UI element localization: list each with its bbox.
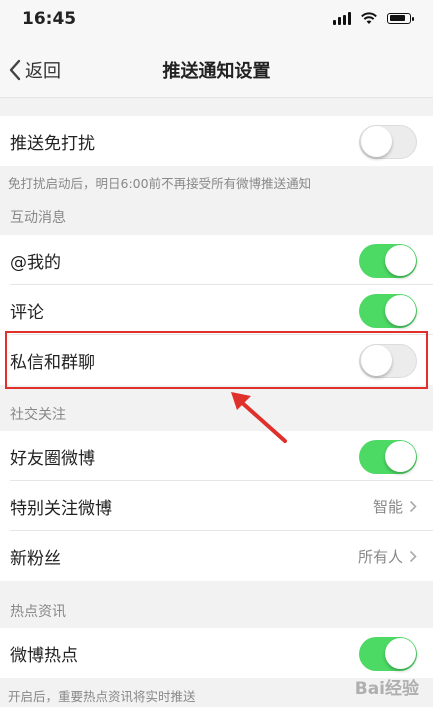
hot-note: 开启后，重要热点资讯将实时推送 bbox=[8, 689, 196, 704]
chevron-right-icon bbox=[409, 500, 417, 513]
section-title-hot: 热点资讯 bbox=[10, 604, 66, 620]
friends-circle-toggle[interactable] bbox=[359, 440, 417, 474]
dnd-row: 推送免打扰 bbox=[0, 116, 433, 166]
toggle-knob bbox=[385, 295, 416, 326]
new-fans-row[interactable]: 新粉丝 所有人 bbox=[0, 531, 433, 581]
new-fans-label: 新粉丝 bbox=[10, 549, 61, 569]
dnd-note: 免打扰启动后，明日6:00前不再接受所有微博推送通知 bbox=[8, 176, 312, 191]
toggle-knob bbox=[385, 638, 416, 669]
weibo-hot-row: 微博热点 bbox=[0, 628, 433, 678]
comment-toggle[interactable] bbox=[359, 294, 417, 328]
weibo-hot-label: 微博热点 bbox=[10, 646, 78, 666]
status-icons bbox=[333, 11, 414, 25]
at-me-label: @我的 bbox=[10, 253, 61, 273]
chevron-right-icon bbox=[409, 550, 417, 563]
signal-icon bbox=[333, 11, 351, 25]
special-follow-label: 特别关注微博 bbox=[10, 499, 112, 519]
new-fans-value-wrap: 所有人 bbox=[358, 546, 417, 567]
nav-bar: 返回 推送通知设置 bbox=[0, 40, 433, 98]
watermark: Bai经验 bbox=[354, 679, 419, 699]
at-me-toggle[interactable] bbox=[359, 244, 417, 278]
special-follow-row[interactable]: 特别关注微博 智能 bbox=[0, 481, 433, 531]
new-fans-value: 所有人 bbox=[357, 548, 403, 566]
section-title-social: 社交关注 bbox=[10, 407, 66, 423]
weibo-hot-toggle[interactable] bbox=[359, 637, 417, 671]
toggle-knob bbox=[385, 245, 416, 276]
special-follow-value: 智能 bbox=[372, 498, 403, 516]
status-bar: 16:45 bbox=[0, 0, 433, 40]
dnd-toggle[interactable] bbox=[359, 125, 417, 159]
annotation-arrow-icon bbox=[231, 392, 287, 443]
dnd-label: 推送免打扰 bbox=[10, 134, 95, 154]
friends-circle-row: 好友圈微博 bbox=[0, 431, 433, 481]
friends-circle-label: 好友圈微博 bbox=[10, 449, 95, 469]
highlight-box bbox=[5, 331, 428, 389]
toggle-knob bbox=[385, 441, 416, 472]
status-time: 16:45 bbox=[22, 9, 77, 29]
battery-icon bbox=[387, 12, 414, 24]
section-title-interaction: 互动消息 bbox=[10, 210, 66, 226]
comment-label: 评论 bbox=[10, 303, 44, 323]
page-title: 推送通知设置 bbox=[162, 61, 271, 82]
toggle-knob bbox=[361, 126, 392, 157]
comment-row: 评论 bbox=[0, 285, 433, 335]
wifi-icon bbox=[361, 12, 377, 24]
at-me-row: @我的 bbox=[0, 235, 433, 285]
special-follow-value-wrap: 智能 bbox=[373, 496, 417, 517]
